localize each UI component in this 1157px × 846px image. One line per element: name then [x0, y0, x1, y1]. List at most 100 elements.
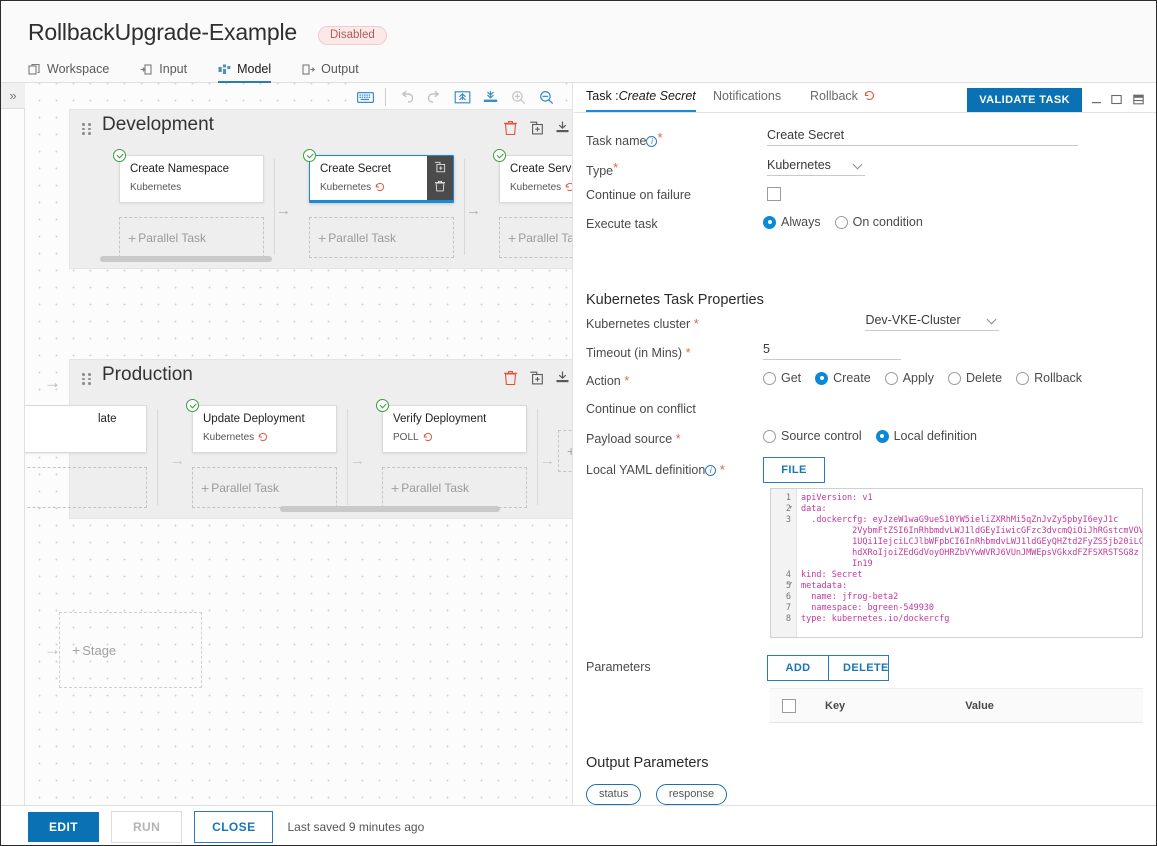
add-parallel-task-placeholder[interactable]: + Parallel Task: [382, 467, 527, 508]
required-marker: *: [675, 431, 681, 446]
radio-action-delete[interactable]: Delete: [947, 371, 1002, 385]
radio-action-get[interactable]: Get: [763, 371, 801, 385]
delete-stage-icon[interactable]: [503, 120, 518, 136]
task-card-type: Kubernetes: [130, 182, 181, 193]
task-card-create-secret[interactable]: Create Secret Kubernetes: [303, 149, 454, 203]
k8s-section-title: Kubernetes Task Properties: [586, 292, 764, 308]
task-name-field[interactable]: [767, 126, 1078, 146]
task-name-input[interactable]: [767, 126, 1078, 146]
tab-rollback[interactable]: Rollback: [810, 89, 875, 110]
column-header-key: Key: [825, 699, 846, 712]
output-param-chip-response[interactable]: response: [655, 784, 728, 805]
task-card-create-service[interactable]: Create Serv Kubernetes: [493, 149, 572, 203]
drag-handle-icon[interactable]: [82, 122, 91, 136]
tab-input[interactable]: Input: [140, 62, 187, 83]
radio-get-dot: [763, 371, 776, 385]
type-select[interactable]: Kubernetes: [767, 156, 865, 176]
zoom-in-icon[interactable]: [504, 84, 532, 110]
stage-horizontal-scrollbar[interactable]: [280, 506, 500, 512]
continue-on-failure-text: Continue on failure: [586, 188, 691, 202]
add-parallel-task-placeholder[interactable]: + Parallel Task: [119, 217, 264, 258]
tab-notifications[interactable]: Notifications: [713, 89, 781, 110]
timeout-input[interactable]: [763, 340, 901, 360]
expand-rail-button[interactable]: »: [1, 83, 25, 109]
collapse-all-icon[interactable]: [448, 84, 476, 110]
keyboard-shortcuts-icon[interactable]: [351, 84, 379, 110]
delete-stage-icon[interactable]: [503, 370, 518, 386]
add-parallel-task-placeholder[interactable]: + Parallel Task: [499, 217, 572, 258]
radio-local-definition[interactable]: Local definition: [875, 429, 977, 443]
pipeline-canvas[interactable]: Development Create Namespace Kubernetes …: [25, 83, 573, 805]
collapse-stage-icon[interactable]: [555, 120, 570, 136]
editor-content[interactable]: apiVersion: v1 data: .dockercfg: eyJzeW1…: [801, 493, 1142, 625]
fold-marker-icon[interactable]: ▾: [789, 581, 795, 587]
add-parameter-button[interactable]: ADD: [767, 655, 829, 681]
delete-parameter-button[interactable]: DELETE: [829, 655, 889, 681]
validate-task-button[interactable]: VALIDATE TASK: [967, 88, 1082, 112]
add-parallel-task-placeholder[interactable]: [25, 467, 147, 508]
tab-model[interactable]: Model: [218, 62, 272, 83]
radio-source-control[interactable]: Source control: [763, 429, 862, 443]
radio-create-dot: [815, 371, 829, 385]
editor-gutter: 1 2 3 4 5 6 7 8 ▾ ▾: [771, 489, 797, 637]
line-number: [771, 559, 796, 570]
restore-icon[interactable]: [1133, 92, 1144, 110]
stage-header: Development: [70, 110, 572, 150]
workspace-icon: [28, 63, 41, 76]
undo-icon[interactable]: [392, 84, 420, 110]
yaml-line-4: kind: Secret: [801, 570, 863, 580]
column-divider: [347, 409, 348, 505]
maximize-icon[interactable]: [1111, 92, 1122, 110]
edit-button[interactable]: EDIT: [28, 811, 99, 842]
radio-action-apply[interactable]: Apply: [884, 371, 934, 385]
close-button[interactable]: CLOSE: [194, 810, 274, 843]
yaml-code-editor[interactable]: 1 2 3 4 5 6 7 8 ▾ ▾ apiVersion: v1 data:…: [770, 488, 1143, 638]
tab-task[interactable]: Task :Create Secret: [586, 89, 696, 112]
expand-all-icon[interactable]: [476, 84, 504, 110]
duplicate-stage-icon[interactable]: [529, 120, 544, 136]
parallel-task-label: Parallel Task: [328, 230, 396, 245]
stage-header: Production: [70, 360, 572, 400]
info-icon[interactable]: i: [646, 136, 658, 147]
duplicate-task-icon[interactable]: [434, 160, 446, 178]
file-button[interactable]: FILE: [763, 457, 825, 483]
parameters-buttons: ADD DELETE: [767, 655, 889, 681]
delete-task-icon[interactable]: [434, 179, 446, 197]
tab-output[interactable]: Output: [302, 62, 359, 83]
timeout-label: Timeout (in Mins): [586, 346, 683, 360]
radio-always[interactable]: Always: [763, 215, 821, 229]
timeout-field[interactable]: [763, 340, 901, 360]
task-card-create-namespace[interactable]: Create Namespace Kubernetes: [113, 149, 264, 203]
cluster-select[interactable]: Dev-VKE-Cluster: [865, 311, 1000, 331]
radio-action-rollback[interactable]: Rollback: [1016, 371, 1082, 385]
parameters-table: Key Value: [770, 688, 1143, 723]
add-parallel-task-placeholder[interactable]: + Parallel Task: [192, 467, 337, 508]
continue-on-failure-checkbox[interactable]: [767, 187, 781, 201]
collapse-stage-icon[interactable]: [555, 370, 570, 386]
plus-icon: +: [567, 443, 572, 459]
zoom-out-icon[interactable]: [532, 84, 560, 110]
task-card-title: Verify Deployment: [393, 413, 487, 425]
duplicate-stage-icon[interactable]: [529, 370, 544, 386]
line-number: 4: [785, 570, 791, 580]
add-task-placeholder[interactable]: +: [558, 430, 572, 472]
add-stage-placeholder[interactable]: + Stage: [59, 612, 202, 688]
task-card-update-deployment[interactable]: Update Deployment Kubernetes: [186, 399, 337, 453]
radio-action-create[interactable]: Create: [815, 371, 871, 385]
minimize-icon[interactable]: [1091, 92, 1102, 110]
add-parallel-task-placeholder[interactable]: + Parallel Task: [309, 217, 454, 258]
stage-horizontal-scrollbar[interactable]: [100, 256, 272, 262]
fold-marker-icon[interactable]: ▾: [789, 505, 795, 511]
select-all-checkbox[interactable]: [782, 698, 796, 713]
task-card-verify-deployment[interactable]: Verify Deployment POLL: [376, 399, 527, 453]
output-param-chip-status[interactable]: status: [586, 784, 642, 805]
redo-icon[interactable]: [420, 84, 448, 110]
info-icon[interactable]: i: [705, 465, 717, 476]
radio-on-condition[interactable]: On condition: [834, 215, 923, 229]
tab-workspace[interactable]: Workspace: [28, 62, 109, 83]
stage-production[interactable]: Production late → Update Deployment Kube…: [25, 359, 572, 519]
drag-handle-icon[interactable]: [82, 372, 91, 386]
stage-development[interactable]: Development Create Namespace Kubernetes …: [69, 109, 572, 269]
radio-create-label: Create: [833, 371, 871, 385]
task-card-partial[interactable]: late: [25, 405, 147, 453]
